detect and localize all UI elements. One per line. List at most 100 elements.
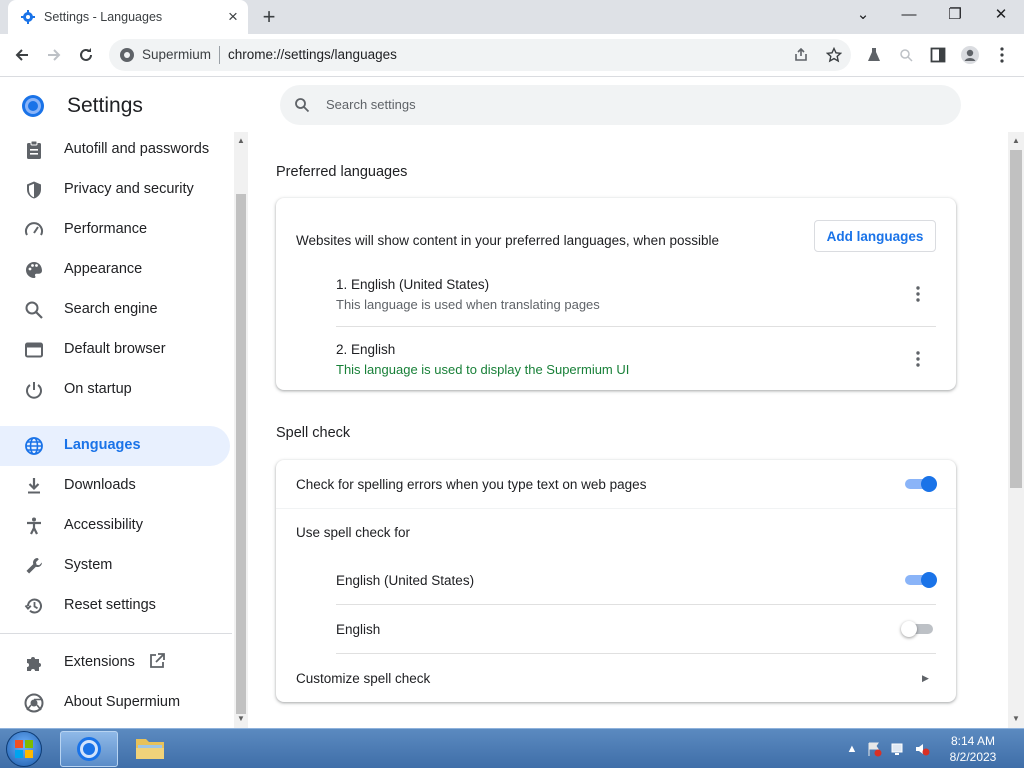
spell-language-toggle-en[interactable] xyxy=(901,621,935,637)
kebab-menu-icon xyxy=(916,351,920,367)
sidebar-item-label: System xyxy=(64,557,113,573)
sidebar-item-autofill[interactable]: Autofill and passwords xyxy=(0,130,230,170)
sidebar-item-performance[interactable]: Performance xyxy=(0,210,230,250)
language-note: This language is used to display the Sup… xyxy=(336,362,630,377)
arrow-left-icon xyxy=(15,49,28,61)
search-settings-input[interactable]: Search settings xyxy=(280,85,961,125)
palette-icon xyxy=(26,262,42,278)
reload-icon xyxy=(80,48,92,61)
sidebar-item-downloads[interactable]: Downloads xyxy=(0,466,230,506)
history-icon xyxy=(24,598,42,614)
reload-button[interactable] xyxy=(74,43,98,67)
taskbar-supermium[interactable] xyxy=(60,731,118,767)
bookmark-button[interactable] xyxy=(823,44,845,66)
tray-expand-icon[interactable]: ▲ xyxy=(844,741,860,757)
row-divider xyxy=(336,653,936,654)
flask-icon xyxy=(868,48,880,61)
menu-button[interactable] xyxy=(990,43,1014,67)
sidebar-scrollbar-thumb[interactable] xyxy=(236,194,246,714)
preferred-languages-card: Websites will show content in your prefe… xyxy=(276,198,956,390)
chevron-right-icon[interactable]: ▶ xyxy=(922,673,929,684)
sidebar-item-search-engine[interactable]: Search engine xyxy=(0,290,230,330)
sidebar-item-label: Reset settings xyxy=(64,597,156,613)
tab-search-button[interactable]: ⌄ xyxy=(840,0,886,30)
sidebar-item-default-browser[interactable]: Default browser xyxy=(0,330,230,370)
tab-settings-languages[interactable]: Settings - Languages × xyxy=(8,0,248,34)
zoom-button[interactable] xyxy=(894,43,918,67)
folder-icon xyxy=(136,739,164,759)
scroll-down-arrow-icon[interactable]: ▼ xyxy=(1009,712,1023,726)
volume-muted-icon[interactable] xyxy=(914,741,930,757)
sidebar-item-label: Search engine xyxy=(64,301,158,317)
taskbar-file-explorer[interactable] xyxy=(122,731,180,767)
gear-icon xyxy=(21,10,35,24)
sidebar-item-about[interactable]: About Supermium xyxy=(0,683,230,723)
supermium-logo-icon xyxy=(24,693,44,713)
spell-language-name: English (United States) xyxy=(336,573,475,588)
close-window-button[interactable]: ✕ xyxy=(978,0,1024,30)
sidebar-item-accessibility[interactable]: Accessibility xyxy=(0,506,230,546)
main-scrollbar-thumb[interactable] xyxy=(1010,150,1022,488)
share-button[interactable] xyxy=(790,44,812,66)
sidebar-item-label: Default browser xyxy=(64,341,166,357)
labs-button[interactable] xyxy=(862,43,886,67)
share-icon xyxy=(795,47,807,61)
forward-button[interactable] xyxy=(42,43,66,67)
language-more-actions-button[interactable] xyxy=(906,347,930,371)
language-note: This language is used when translating p… xyxy=(336,297,600,312)
sidebar-item-appearance[interactable]: Appearance xyxy=(0,250,230,290)
sidebar-item-label: Extensions xyxy=(64,654,135,670)
maximize-button[interactable]: ❐ xyxy=(932,0,978,30)
windows-logo-icon xyxy=(15,740,33,758)
side-panel-button[interactable] xyxy=(926,43,950,67)
start-button[interactable] xyxy=(6,731,42,767)
url-text[interactable]: chrome://settings/languages xyxy=(228,47,397,62)
scroll-up-arrow-icon[interactable]: ▲ xyxy=(1009,134,1023,148)
scroll-up-arrow-icon[interactable]: ▲ xyxy=(234,134,248,148)
tab-close-button[interactable]: × xyxy=(224,8,242,26)
sidebar-item-reset-settings[interactable]: Reset settings xyxy=(0,586,230,626)
add-languages-button[interactable]: Add languages xyxy=(814,220,936,252)
tab-strip: Settings - Languages × + ⌄ — ❐ ✕ xyxy=(0,0,1024,34)
spell-language-toggle-en-us[interactable] xyxy=(903,572,937,588)
sidebar-item-label: Downloads xyxy=(64,477,136,493)
speedometer-icon xyxy=(25,222,43,236)
spell-check-card: Check for spelling errors when you type … xyxy=(276,460,956,702)
accessibility-icon xyxy=(27,517,41,535)
profile-button[interactable] xyxy=(958,43,982,67)
toggle-knob xyxy=(901,621,917,637)
power-icon xyxy=(26,382,42,399)
customize-spell-check-link[interactable]: Customize spell check xyxy=(296,671,430,686)
new-tab-button[interactable]: + xyxy=(258,6,280,28)
kebab-menu-icon xyxy=(916,286,920,302)
sidebar-item-privacy[interactable]: Privacy and security xyxy=(0,170,230,210)
language-name: 2. English xyxy=(336,342,396,357)
clock-time: 8:14 AM xyxy=(950,734,996,748)
back-button[interactable] xyxy=(10,43,34,67)
network-icon[interactable] xyxy=(890,741,906,757)
taskbar-clock[interactable]: 8:14 AM 8/2/2023 xyxy=(940,733,1006,765)
main-scrollbar[interactable]: ▲ ▼ xyxy=(1008,132,1024,728)
address-bar[interactable]: Supermium chrome://settings/languages xyxy=(109,39,851,71)
sidebar-scrollbar[interactable]: ▲ ▼ xyxy=(234,132,248,728)
sidebar-item-label: On startup xyxy=(64,381,132,397)
sidebar-item-on-startup[interactable]: On startup xyxy=(0,370,230,410)
action-center-flag-icon[interactable] xyxy=(866,741,882,757)
language-more-actions-button[interactable] xyxy=(906,282,930,306)
omnibox-separator xyxy=(219,46,220,64)
preferred-languages-heading: Preferred languages xyxy=(276,164,408,180)
row-divider xyxy=(336,604,936,605)
scroll-down-arrow-icon[interactable]: ▼ xyxy=(234,712,248,726)
globe-icon xyxy=(25,437,43,455)
sidebar-item-languages[interactable]: Languages xyxy=(0,426,230,466)
row-divider xyxy=(336,326,936,327)
spell-check-toggle[interactable] xyxy=(903,476,937,492)
avatar-icon xyxy=(961,46,979,64)
sidebar-item-system[interactable]: System xyxy=(0,546,230,586)
sidebar-item-label: About Supermium xyxy=(64,694,181,710)
minimize-button[interactable]: — xyxy=(886,0,932,30)
sidebar-item-extensions[interactable]: Extensions xyxy=(0,643,230,683)
preferred-languages-description: Websites will show content in your prefe… xyxy=(296,233,719,248)
external-link-icon xyxy=(150,653,165,668)
shield-icon xyxy=(27,181,41,199)
